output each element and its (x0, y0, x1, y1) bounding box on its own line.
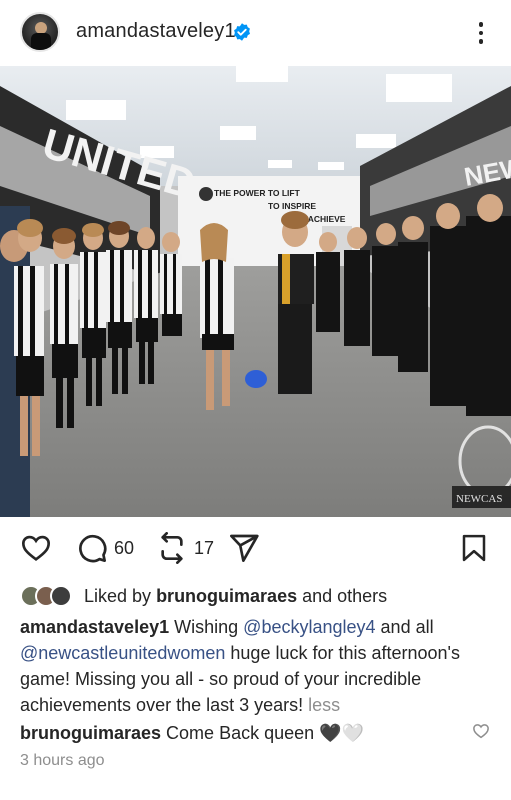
comment-row: brunoguimaraes Come Back queen 🖤🤍 (20, 720, 490, 746)
post-username[interactable]: amandastaveley1 (76, 20, 236, 43)
avatar[interactable] (20, 12, 60, 52)
like-button[interactable] (20, 532, 52, 564)
action-bar: 60 17 (0, 517, 511, 579)
repost-icon (161, 532, 183, 564)
share-button[interactable] (228, 532, 260, 564)
mention-link[interactable]: @newcastleunitedwomen (20, 643, 225, 663)
caption-username[interactable]: amandastaveley1 (20, 617, 169, 637)
verified-badge-icon (234, 23, 250, 41)
locker-room-photo: UNITED NEW THE POWER TO LIFT TO INSPIRE … (0, 66, 511, 517)
more-options-icon[interactable] (466, 18, 496, 48)
bookmark-icon (462, 534, 486, 562)
post-header: amandastaveley1 (0, 0, 511, 66)
post-caption: amandastaveley1 Wishing @beckylangley4 a… (20, 617, 460, 715)
liked-by-row[interactable]: Liked by brunoguimaraes and others (20, 583, 387, 609)
post-photo[interactable]: UNITED NEW THE POWER TO LIFT TO INSPIRE … (0, 66, 511, 517)
send-icon (230, 534, 259, 562)
comment-icon (79, 534, 107, 563)
banner-line-1: THE POWER TO LIFT (214, 188, 301, 198)
heart-icon (21, 535, 51, 561)
comments-count: 60 (114, 537, 135, 558)
liked-by-text: Liked by brunoguimaraes and others (84, 585, 388, 606)
comment-text: Come Back queen 🖤🤍 (166, 723, 364, 743)
liked-by-user[interactable]: brunoguimaraes (156, 586, 297, 606)
liker-avatar (50, 585, 72, 607)
less-link[interactable]: less (308, 695, 340, 715)
crest-text: NEWCAS (456, 493, 502, 505)
reposts-count: 17 (194, 537, 215, 558)
comment-button[interactable]: 60 (76, 532, 134, 564)
post-timestamp: 3 hours ago (20, 752, 105, 769)
save-button[interactable] (459, 532, 489, 564)
comment-like-heart-icon[interactable] (472, 722, 490, 740)
comment-username[interactable]: brunoguimaraes (20, 723, 161, 743)
banner-line-2: TO INSPIRE (268, 201, 316, 211)
mention-link[interactable]: @beckylangley4 (243, 617, 375, 637)
repost-button[interactable]: 17 (156, 532, 214, 564)
